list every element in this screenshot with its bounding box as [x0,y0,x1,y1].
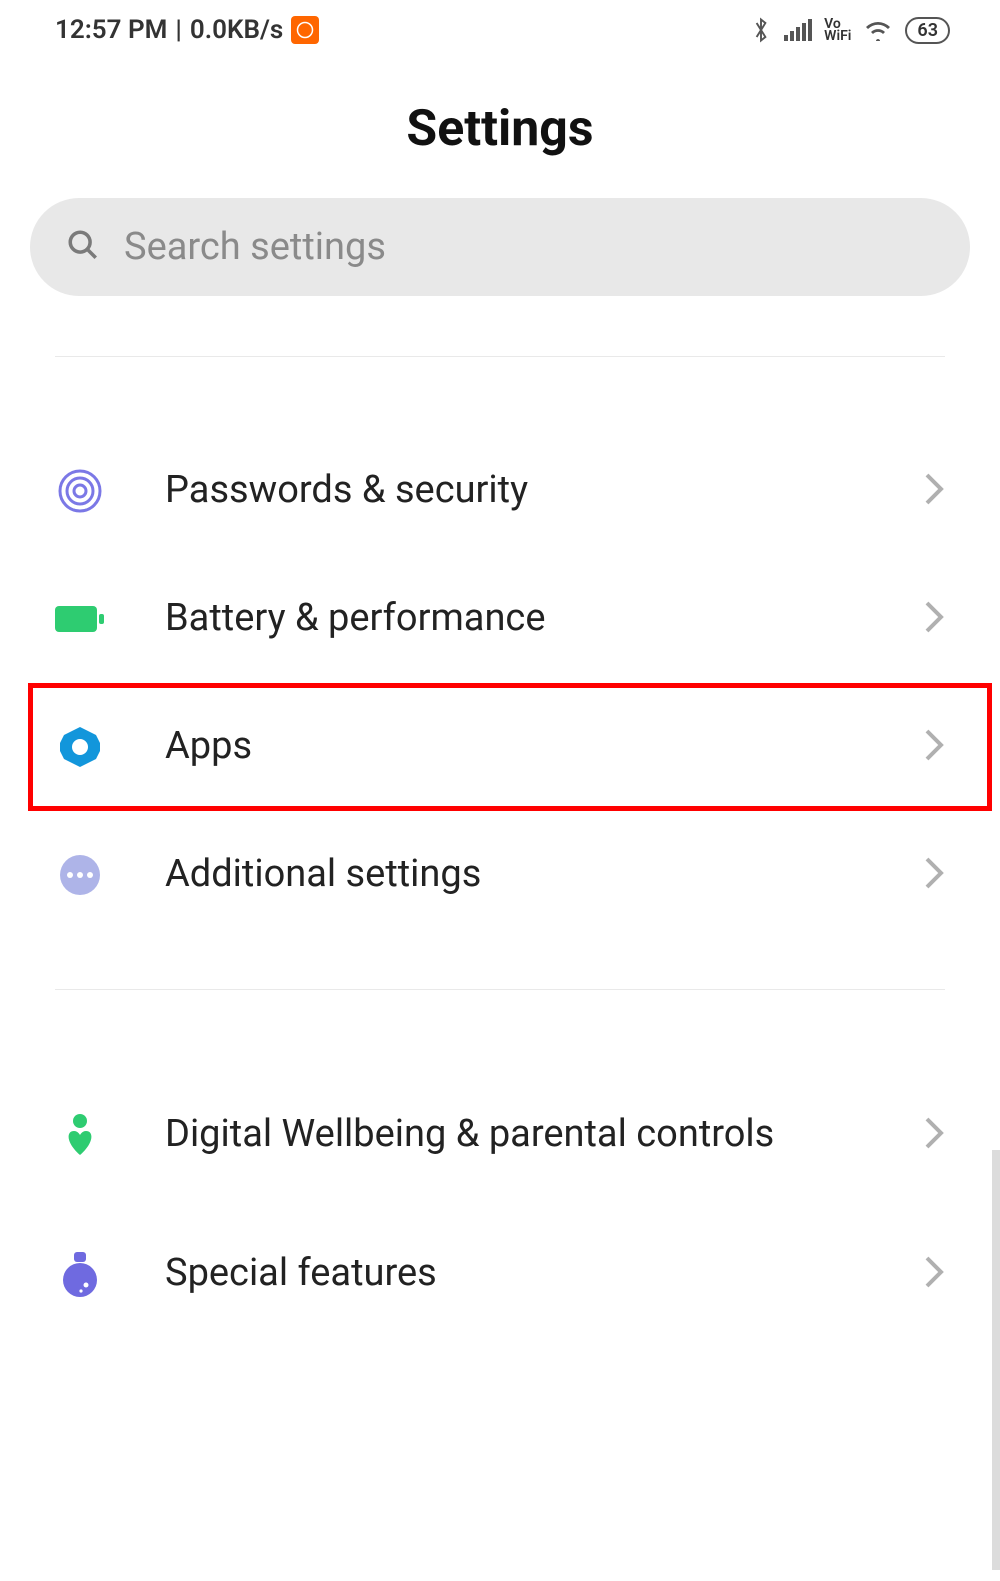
flask-icon [55,1249,105,1299]
wifi-icon [863,19,893,41]
chevron-right-icon [923,1115,945,1155]
settings-item-label: Digital Wellbeing & parental controls [165,1112,863,1158]
dots-icon [55,850,105,900]
scrollbar[interactable] [992,1150,1000,1570]
settings-item-digital-wellbeing[interactable]: Digital Wellbeing & parental controls [0,1060,1000,1210]
settings-item-label: Additional settings [165,852,863,898]
bluetooth-icon [750,16,772,44]
status-time: 12:57 PM [55,15,167,45]
apps-gear-icon [55,722,105,772]
search-input[interactable] [124,225,934,269]
status-bar: 12:57 PM | 0.0KB/s Vo WiFi [0,0,1000,60]
status-net-speed: 0.0KB/s [190,15,283,45]
settings-item-battery-performance[interactable]: Battery & performance [0,555,1000,683]
settings-item-label: Apps [165,724,863,770]
settings-list: Passwords & security Battery & performan… [0,427,1000,939]
battery-icon [55,594,105,644]
status-right: Vo WiFi 63 [750,16,950,44]
signal-icon [784,19,812,41]
settings-item-special-features[interactable]: Special features [0,1210,1000,1338]
mi-icon [291,16,319,44]
settings-item-label: Special features [165,1251,863,1297]
fingerprint-icon [55,466,105,516]
chevron-right-icon [923,855,945,895]
chevron-right-icon [923,599,945,639]
page-title: Settings [0,100,1000,158]
vowifi-icon: Vo WiFi [824,18,851,42]
battery-indicator: 63 [905,17,950,44]
settings-item-passwords-security[interactable]: Passwords & security [0,427,1000,555]
settings-item-label: Passwords & security [165,468,863,514]
search-icon [66,228,100,266]
chevron-right-icon [923,727,945,767]
search-bar[interactable] [30,198,970,296]
search-container [30,198,970,296]
chevron-right-icon [923,1254,945,1294]
chevron-right-icon [923,471,945,511]
heart-person-icon [55,1110,105,1160]
settings-item-apps[interactable]: Apps [0,683,1000,811]
settings-item-additional-settings[interactable]: Additional settings [0,811,1000,939]
settings-item-label: Battery & performance [165,596,863,642]
status-left: 12:57 PM | 0.0KB/s [55,15,319,45]
settings-list-2: Digital Wellbeing & parental controls Sp… [0,1060,1000,1338]
status-separator: | [175,15,182,45]
